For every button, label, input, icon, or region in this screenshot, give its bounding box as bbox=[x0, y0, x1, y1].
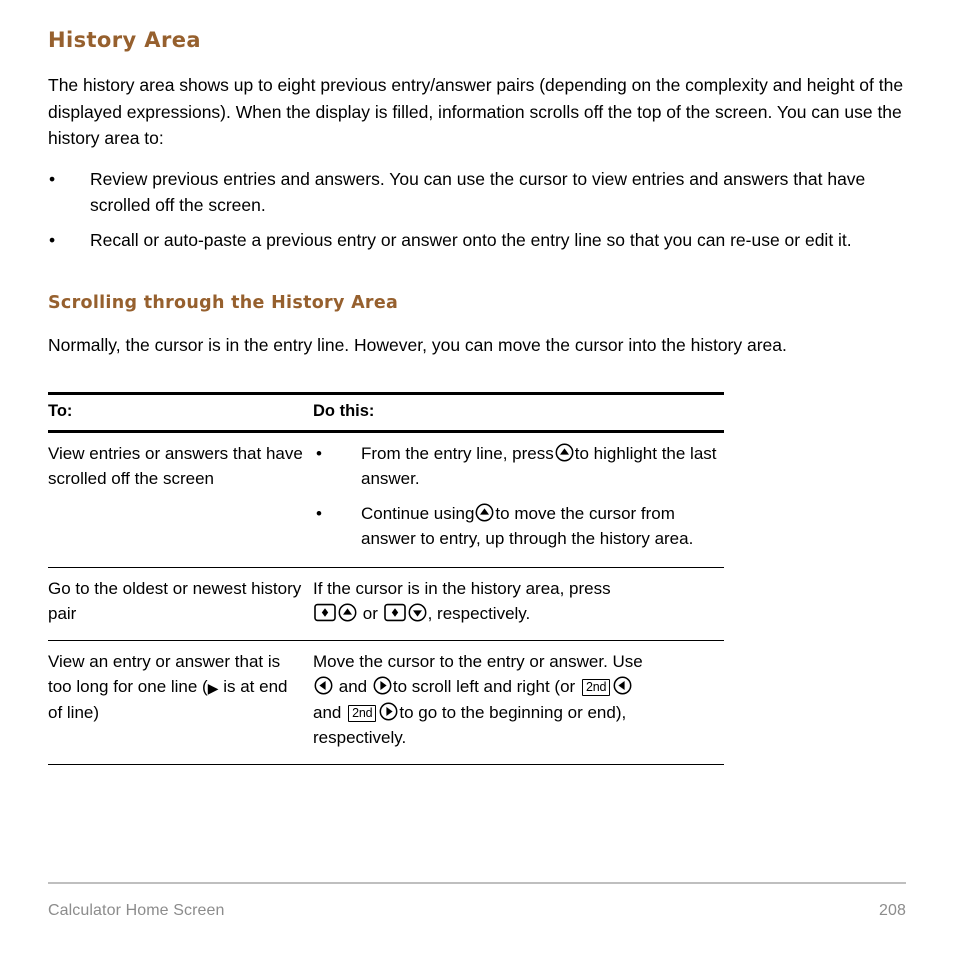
cursor-up-key-icon bbox=[475, 503, 494, 522]
bullet-icon: • bbox=[49, 229, 56, 250]
step-text-end: , respectively. bbox=[427, 604, 531, 623]
cursor-left-key-icon bbox=[613, 676, 632, 695]
conjunction-or: or bbox=[362, 604, 378, 623]
page-number: 208 bbox=[879, 902, 906, 919]
bullet-icon: • bbox=[316, 443, 322, 463]
table-row: Go to the oldest or newest history pair … bbox=[48, 567, 724, 641]
steps-list: • From the entry line, press to highlight … bbox=[313, 441, 724, 552]
cursor-up-key-icon bbox=[555, 443, 574, 462]
cell-to: Go to the oldest or newest history pair bbox=[48, 567, 313, 641]
intro-paragraph: The history area shows up to eight previ… bbox=[48, 75, 904, 148]
footer-row: Calculator Home Screen 208 bbox=[48, 884, 906, 920]
second-key-icon: 2nd bbox=[348, 704, 377, 722]
bullet-icon: • bbox=[49, 168, 56, 189]
table-row: View entries or answers that have scroll… bbox=[48, 431, 724, 568]
page-title: History Area bbox=[48, 28, 201, 52]
list-item: • Recall or auto-paste a previous entry … bbox=[48, 227, 906, 254]
bullet-icon: • bbox=[316, 503, 322, 523]
column-header-to: To: bbox=[48, 391, 313, 433]
column-header-do-this: Do this: bbox=[313, 391, 724, 433]
table-row: View an entry or answer that is too long… bbox=[48, 640, 724, 765]
table-header-row: To: Do this: bbox=[48, 391, 724, 433]
list-item-text: Review previous entries and answers. You… bbox=[90, 168, 866, 216]
cell-do-this: • From the entry line, press to highlight … bbox=[313, 431, 724, 568]
section-subtitle: Scrolling through the History Area bbox=[48, 293, 399, 313]
cell-do-this: If the cursor is in the history area, pr… bbox=[313, 567, 724, 641]
list-item: • Review previous entries and answers. Y… bbox=[48, 166, 906, 219]
second-key-icon: 2nd bbox=[581, 679, 611, 696]
cell-to: View entries or answers that have scroll… bbox=[48, 431, 313, 568]
document-page: History Area The history area shows up t… bbox=[0, 0, 954, 954]
list-item: • From the entry line, press to highlight … bbox=[313, 441, 724, 492]
right-triangle-icon: ▶ bbox=[207, 680, 219, 696]
list-item: • Continue using to move the cursor from a… bbox=[313, 501, 724, 552]
step-text: If the cursor is in the history area, pr… bbox=[313, 578, 611, 598]
procedure-table-wrapper: To: Do this: View entries or answers tha… bbox=[48, 391, 724, 765]
diamond-key-icon bbox=[383, 603, 406, 622]
step-text-before-icon: Continue using bbox=[361, 503, 475, 523]
intro-bullet-list: • Review previous entries and answers. Y… bbox=[48, 152, 906, 254]
section-paragraph: Normally, the cursor is in the entry lin… bbox=[48, 335, 787, 355]
cursor-left-key-icon bbox=[314, 676, 333, 695]
cursor-right-key-icon bbox=[373, 676, 392, 695]
step-text-before-icon: From the entry line, press bbox=[361, 443, 554, 463]
cell-do-this: Move the cursor to the entry or answer. … bbox=[313, 640, 724, 765]
procedure-table: To: Do this: View entries or answers tha… bbox=[48, 391, 724, 765]
footer-section-label: Calculator Home Screen bbox=[48, 902, 225, 919]
cell-to: View an entry or answer that is too long… bbox=[48, 640, 313, 765]
list-item-text: Recall or auto-paste a previous entry or… bbox=[90, 229, 852, 250]
cursor-right-key-icon bbox=[379, 702, 398, 721]
conjunction-and: and bbox=[338, 677, 368, 696]
conjunction-and: and bbox=[313, 702, 342, 722]
page-footer: Calculator Home Screen 208 bbox=[48, 882, 906, 954]
step-text-part2: to scroll left and right (or bbox=[392, 677, 576, 696]
cursor-down-key-icon bbox=[408, 603, 427, 622]
step-text-part1: Move the cursor to the entry or answer. … bbox=[313, 651, 643, 671]
diamond-key-icon bbox=[314, 603, 336, 622]
cursor-up-key-icon bbox=[338, 603, 357, 622]
